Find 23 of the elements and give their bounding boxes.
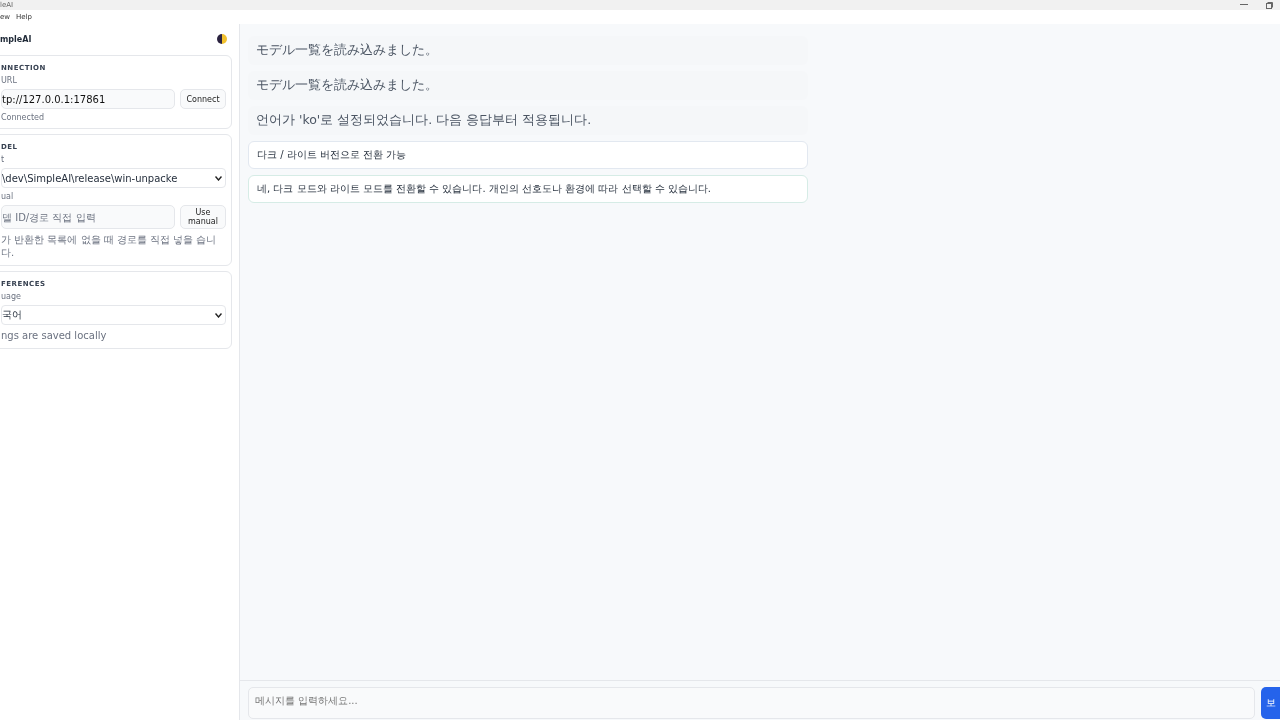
field-label: uage bbox=[1, 292, 22, 301]
field-label: URL bbox=[1, 76, 18, 85]
settings-note: ngs are saved locally bbox=[1, 329, 108, 342]
field-label: ual bbox=[1, 192, 15, 201]
language-select[interactable]: 국어 bbox=[1, 305, 226, 325]
message-input[interactable]: 메시지를 입력하세요... bbox=[248, 687, 1256, 719]
chat-message: 다크 / 라이트 버전으로 전환 가능 bbox=[248, 141, 808, 169]
minimize-icon[interactable] bbox=[1240, 4, 1248, 6]
use-manual-button[interactable]: Use manual bbox=[180, 205, 226, 229]
app-name: mpleAI bbox=[0, 34, 32, 44]
chevron-down-icon bbox=[215, 312, 222, 318]
url-field[interactable]: tp://127.0.0.1:17861 bbox=[1, 89, 175, 109]
chat-message: 네, 다크 모드와 라이트 모드를 전환할 수 있습니다. 개인의 선호도나 환경에 따라 선택할 수 있습니다. bbox=[248, 175, 808, 203]
connect-button[interactable]: Connect bbox=[180, 89, 226, 109]
chevron-down-icon bbox=[215, 175, 222, 181]
connection-status: Connected bbox=[1, 113, 46, 122]
restore-icon[interactable] bbox=[1266, 1, 1273, 9]
manual-model-field[interactable]: 델 ID/경로 직접 입력 bbox=[1, 205, 175, 229]
hint-text: 가 반환한 목록에 없을 때 경로를 직접 넣을 습니다. bbox=[1, 233, 218, 259]
theme-toggle-icon[interactable] bbox=[217, 34, 227, 44]
send-button[interactable]: 보 bbox=[1261, 687, 1280, 719]
model-select[interactable]: \dev\SimpleAI\release\win-unpacke bbox=[1, 168, 226, 188]
field-label: t bbox=[1, 155, 6, 164]
